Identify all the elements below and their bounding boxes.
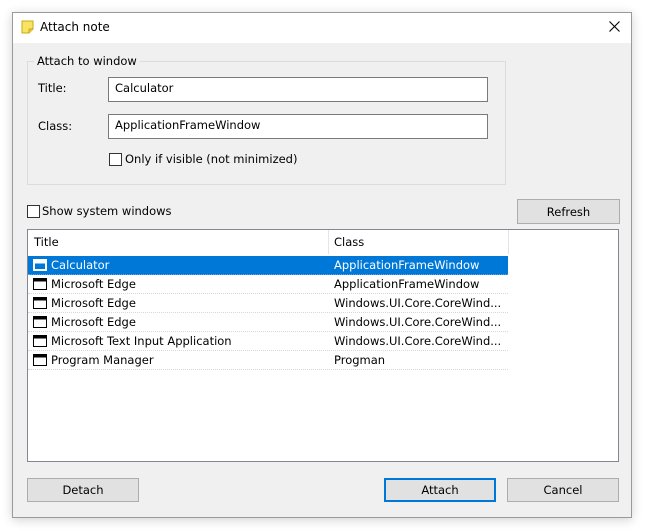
column-divider[interactable] [328, 230, 329, 254]
dialog-title: Attach note [40, 20, 110, 34]
row-class: Windows.UI.Core.CoreWind... [334, 315, 502, 329]
list-row[interactable]: Microsoft Edge ApplicationFrameWindow [28, 275, 508, 294]
row-title: Microsoft Text Input Application [51, 334, 232, 348]
attach-button[interactable]: Attach [384, 478, 496, 502]
window-list[interactable]: Title Class Calculator ApplicationFrameW… [27, 229, 619, 462]
column-header-title[interactable]: Title [34, 235, 59, 249]
window-icon [33, 297, 47, 309]
row-class: ApplicationFrameWindow [334, 258, 480, 272]
refresh-button[interactable]: Refresh [517, 199, 620, 224]
window-icon [33, 316, 47, 328]
row-title: Program Manager [51, 353, 154, 367]
window-icon [33, 335, 47, 347]
only-visible-checkbox[interactable] [109, 153, 122, 166]
title-bar[interactable]: Attach note [13, 13, 631, 43]
close-button[interactable] [597, 13, 631, 43]
close-icon [608, 21, 620, 35]
list-rows: Calculator ApplicationFrameWindow Micros… [28, 256, 508, 370]
title-field[interactable]: Calculator [108, 77, 488, 102]
show-system-windows-label[interactable]: Show system windows [42, 204, 172, 218]
list-header: Title Class [28, 230, 509, 254]
sticky-note-icon [21, 20, 34, 34]
list-row[interactable]: Microsoft Edge Windows.UI.Core.CoreWind.… [28, 294, 508, 313]
show-system-windows-checkbox[interactable] [27, 205, 40, 218]
row-title: Microsoft Edge [51, 296, 136, 310]
only-visible-label[interactable]: Only if visible (not minimized) [125, 152, 297, 166]
class-label: Class: [38, 119, 73, 133]
window-icon [33, 259, 47, 271]
column-header-class[interactable]: Class [334, 235, 364, 249]
attach-note-dialog: Attach note Attach to window Title: Calc… [12, 12, 632, 518]
row-class: Progman [334, 353, 386, 367]
list-row[interactable]: Program Manager Progman [28, 351, 508, 370]
list-row[interactable]: Calculator ApplicationFrameWindow [28, 256, 508, 275]
list-row[interactable]: Microsoft Edge Windows.UI.Core.CoreWind.… [28, 313, 508, 332]
column-divider[interactable] [508, 230, 509, 254]
attach-to-window-group: Attach to window Title: Calculator Class… [27, 54, 506, 185]
detach-button[interactable]: Detach [27, 478, 139, 502]
row-class: Windows.UI.Core.CoreWind... [334, 296, 502, 310]
window-icon [33, 354, 47, 366]
row-class: Windows.UI.Core.CoreWind... [334, 334, 502, 348]
list-row[interactable]: Microsoft Text Input Application Windows… [28, 332, 508, 351]
group-legend: Attach to window [34, 54, 140, 68]
row-title: Microsoft Edge [51, 315, 136, 329]
window-icon [33, 278, 47, 290]
class-field[interactable]: ApplicationFrameWindow [108, 114, 488, 139]
row-title: Microsoft Edge [51, 277, 136, 291]
row-class: ApplicationFrameWindow [334, 277, 480, 291]
row-title: Calculator [51, 258, 110, 272]
cancel-button[interactable]: Cancel [507, 478, 619, 502]
title-label: Title: [38, 81, 67, 95]
